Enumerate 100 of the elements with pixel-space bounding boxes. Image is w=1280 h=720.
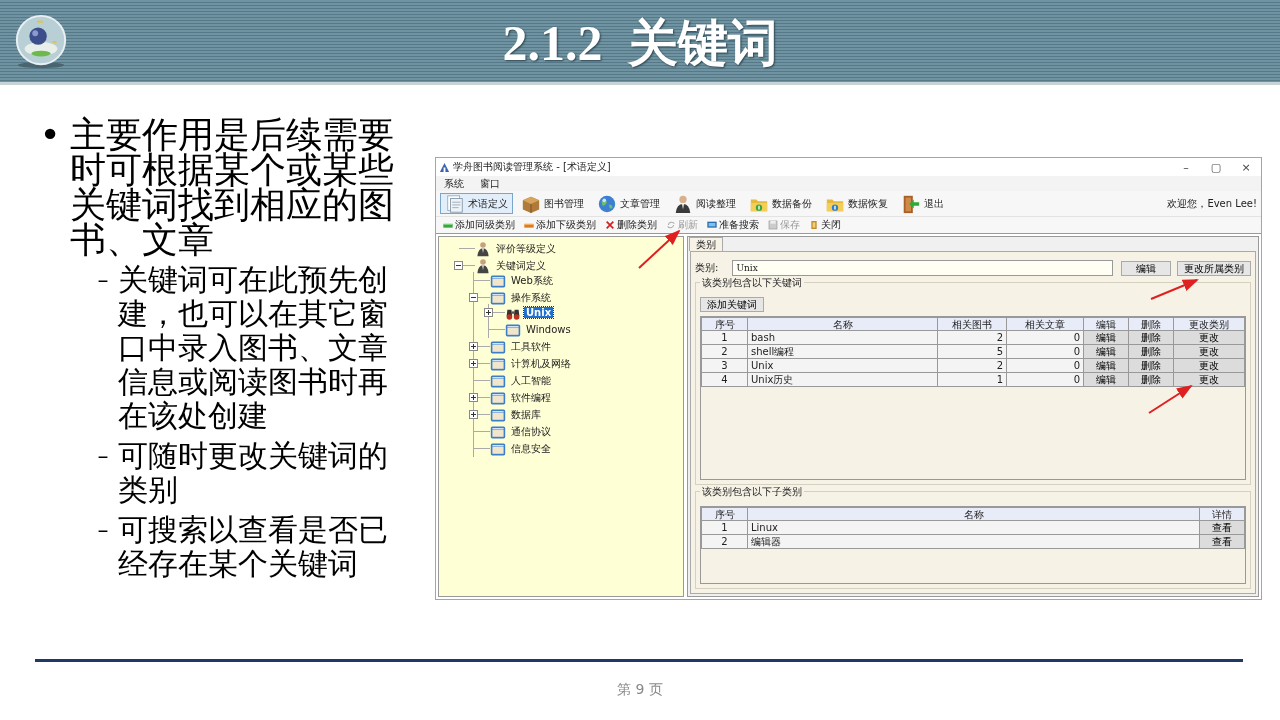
bullet-mark: – <box>96 442 110 470</box>
column-header: 相关图书 <box>937 317 1007 331</box>
toolbar-button[interactable]: 准备搜索 <box>706 218 759 232</box>
toolbar-button[interactable]: 数据备份 <box>744 193 817 214</box>
tree-item[interactable]: 信息安全 <box>509 441 553 456</box>
row-button[interactable]: 更改 <box>1174 345 1244 358</box>
row-button[interactable]: 查看 <box>1200 535 1244 548</box>
expand-toggle[interactable] <box>469 342 478 351</box>
menu-item[interactable]: 窗口 <box>480 176 500 191</box>
row-button[interactable]: 删除 <box>1129 359 1173 372</box>
bullet-mark: – <box>96 266 110 294</box>
tab[interactable]: 类别 <box>689 237 723 251</box>
category-field[interactable]: Unix <box>732 260 1113 276</box>
folder-icon <box>490 440 506 457</box>
column-header: 更改类别 <box>1173 317 1245 331</box>
column-header: 编辑 <box>1083 317 1129 331</box>
person-icon <box>475 240 491 257</box>
row-button[interactable]: 查看 <box>1200 521 1244 534</box>
window-title: 学舟图书阅读管理系统 - [术语定义] <box>453 160 611 174</box>
delete-icon <box>604 219 616 231</box>
column-header: 详情 <box>1199 507 1245 521</box>
bullet-text: 关键词可在此预先创建，也可以在其它窗口中录入图书、文章信息或阅读图书时再在该处创建 <box>118 263 389 433</box>
arrow <box>1150 279 1199 300</box>
folder-icon <box>490 338 506 355</box>
tree-item[interactable]: 评价等级定义 <box>494 241 558 256</box>
edit-button[interactable]: 编辑 <box>1121 260 1171 276</box>
tree-item[interactable]: 数据库 <box>509 407 543 422</box>
menu-item[interactable]: 系统 <box>444 176 464 191</box>
tree-item[interactable]: Web系统 <box>509 273 555 288</box>
expand-toggle[interactable] <box>469 410 478 419</box>
arrow <box>1148 384 1193 414</box>
door-icon <box>901 193 921 214</box>
tree-item[interactable]: 关键词定义 <box>494 258 548 273</box>
collapse-toggle[interactable] <box>469 293 478 302</box>
row-button[interactable]: 更改 <box>1174 359 1244 372</box>
row-button[interactable]: 编辑 <box>1084 359 1128 372</box>
slide-title: 2.1.2 关键词 <box>502 14 778 73</box>
page-number: 第 9 页 <box>617 681 663 699</box>
tree-item[interactable]: 软件编程 <box>509 390 553 405</box>
restore-button[interactable]: ▢ <box>1201 160 1231 174</box>
person-icon <box>475 257 491 274</box>
door-icon <box>808 219 820 231</box>
bullet-mark: – <box>96 516 110 544</box>
expand-toggle[interactable] <box>484 308 493 317</box>
expand-toggle[interactable] <box>469 359 478 368</box>
expand-toggle[interactable] <box>469 393 478 402</box>
minimize-button[interactable]: – <box>1171 160 1201 174</box>
column-header: 删除 <box>1128 317 1174 331</box>
add-keyword-button[interactable]: 添加关键词 <box>700 297 764 312</box>
toolbar-button[interactable]: 术语定义 <box>440 193 513 214</box>
toolbar-button[interactable]: 退出 <box>896 193 949 214</box>
folder-icon <box>490 372 506 389</box>
field-label: 类别: <box>695 261 719 275</box>
toolbar-button[interactable]: 图书管理 <box>516 193 589 214</box>
column-header: 名称 <box>747 317 938 331</box>
folder-icon <box>490 423 506 440</box>
toolbar-button[interactable]: 关闭 <box>808 218 841 232</box>
folder-icon <box>490 289 506 306</box>
row-button[interactable]: 编辑 <box>1084 331 1128 344</box>
tree-item[interactable]: Windows <box>524 324 573 335</box>
collapse-toggle[interactable] <box>454 261 463 270</box>
toolbar-button[interactable]: 数据恢复 <box>820 193 893 214</box>
row-button[interactable]: 编辑 <box>1084 345 1128 358</box>
column-header: 序号 <box>701 317 748 331</box>
row-button[interactable]: 编辑 <box>1084 373 1128 386</box>
app-icon <box>439 161 450 173</box>
toolbar-button[interactable]: 删除类别 <box>604 218 657 232</box>
folder-icon <box>490 389 506 406</box>
tree-item[interactable]: 计算机及网络 <box>509 356 573 371</box>
tree-item[interactable]: 操作系统 <box>509 290 553 305</box>
group-title: 该类别包含以下关键词 <box>700 277 804 288</box>
row-button[interactable]: 删除 <box>1129 331 1173 344</box>
row-button[interactable]: 更改 <box>1174 331 1244 344</box>
column-header: 名称 <box>747 507 1200 521</box>
toolbar-button[interactable]: 文章管理 <box>592 193 665 214</box>
row-button[interactable]: 更改 <box>1174 373 1244 386</box>
folder-icon <box>505 321 521 338</box>
arrow <box>638 229 681 269</box>
folder-icon <box>490 406 506 423</box>
tree-item[interactable]: 通信协议 <box>509 424 553 439</box>
group-title: 该类别包含以下子类别 <box>700 486 804 497</box>
tree-item[interactable]: 工具软件 <box>509 339 553 354</box>
row-button[interactable]: 删除 <box>1129 373 1173 386</box>
globe-icon <box>597 193 617 214</box>
column-header: 序号 <box>701 507 748 521</box>
tree-item[interactable]: 人工智能 <box>509 373 553 388</box>
monitor-icon <box>706 219 718 231</box>
bullet-mark: • <box>38 117 62 152</box>
change-category-button[interactable]: 更改所属类别 <box>1177 260 1251 276</box>
toolbar-button[interactable]: 添加下级类别 <box>523 218 596 232</box>
tree-item[interactable]: Unix <box>524 307 554 318</box>
row-button[interactable]: 删除 <box>1129 345 1173 358</box>
welcome-text: 欢迎您，Even Lee! <box>1167 196 1257 211</box>
bullet-text: 可随时更改关键词的类别 <box>118 439 389 507</box>
folder-icon <box>490 272 506 289</box>
close-button[interactable]: × <box>1231 160 1261 174</box>
toolbar-button[interactable]: 阅读整理 <box>668 193 741 214</box>
refresh-icon <box>665 219 677 231</box>
toolbar-button[interactable]: 添加同级类别 <box>442 218 515 232</box>
bullet-text: 可搜索以查看是否已经存在某个关键词 <box>118 513 389 581</box>
